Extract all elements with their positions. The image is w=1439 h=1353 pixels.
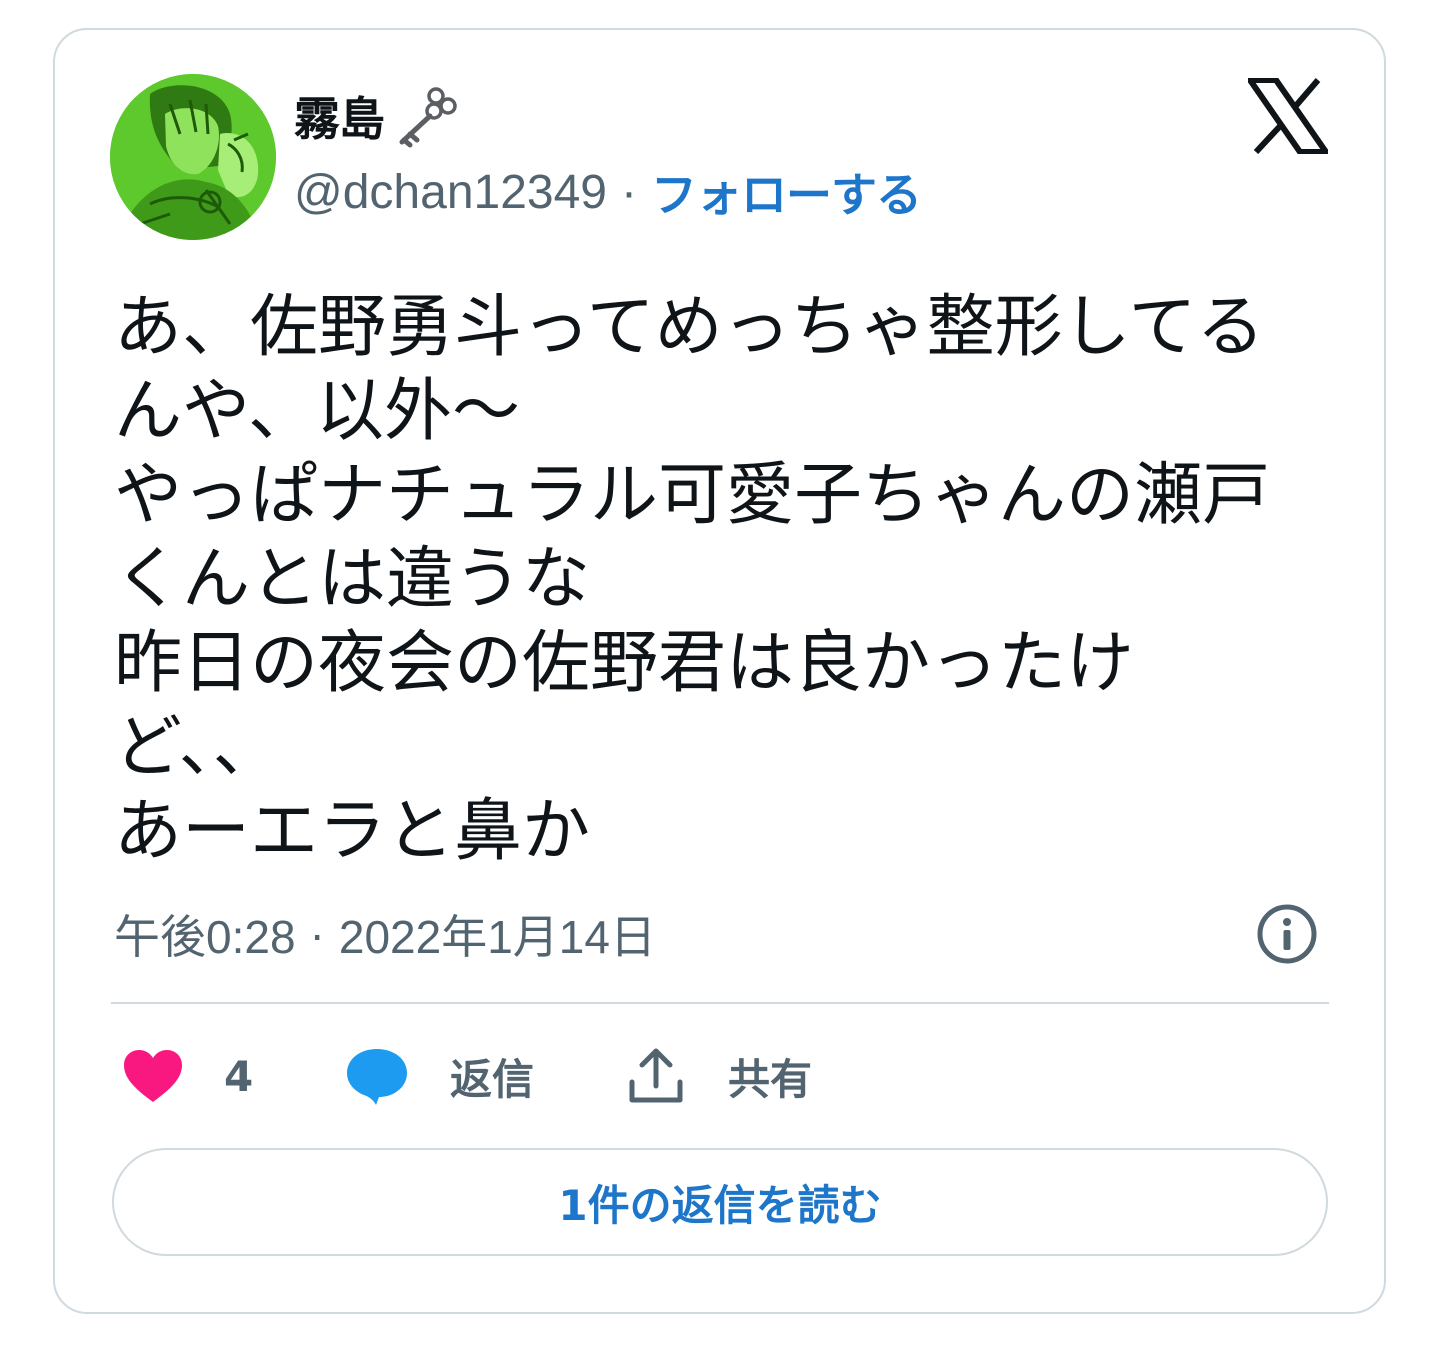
avatar[interactable] [110, 74, 276, 240]
heart-icon [124, 1050, 182, 1102]
old-key-icon [399, 87, 457, 148]
tweet-date[interactable]: 2022年1月14日 [339, 901, 656, 967]
like-button[interactable]: 4 [122, 1040, 253, 1112]
like-count: 4 [224, 1051, 254, 1101]
share-upload-icon [629, 1048, 683, 1103]
display-name[interactable]: 霧島 [294, 83, 385, 149]
tweet-time[interactable]: 午後0:28 [114, 901, 296, 967]
info-icon[interactable] [1256, 903, 1318, 965]
handle-row: @dchan12349 · フォローする [294, 159, 922, 225]
avatar-illustration [110, 74, 276, 240]
speech-bubble-icon [347, 1049, 407, 1105]
tweet-actions: 4 返信 共有 [0, 1040, 1439, 1112]
divider [111, 1002, 1329, 1004]
handle-separator: · [620, 165, 637, 219]
follow-button[interactable]: フォローする [651, 159, 922, 225]
read-replies-button[interactable]: 1件の返信を読む [112, 1148, 1328, 1256]
share-label: 共有 [728, 1054, 813, 1104]
tweet-timestamp[interactable]: 午後0:28 · 2022年1月14日 [114, 902, 656, 966]
user-handle[interactable]: @dchan12349 [294, 165, 607, 220]
tweet-text: あ、佐野勇斗ってめっちゃ整形してる んや、以外〜 やっぱナチュラル可愛子ちゃんの… [114, 288, 1271, 871]
timestamp-separator: · [309, 908, 325, 960]
read-replies-label: 1件の返信を読む [558, 1180, 882, 1230]
share-button[interactable]: 共有 [626, 1040, 812, 1112]
reply-label: 返信 [450, 1054, 535, 1104]
reply-button[interactable]: 返信 [346, 1040, 534, 1112]
x-logo-icon[interactable] [1248, 78, 1328, 154]
display-name-row[interactable]: 霧島 [294, 83, 458, 149]
